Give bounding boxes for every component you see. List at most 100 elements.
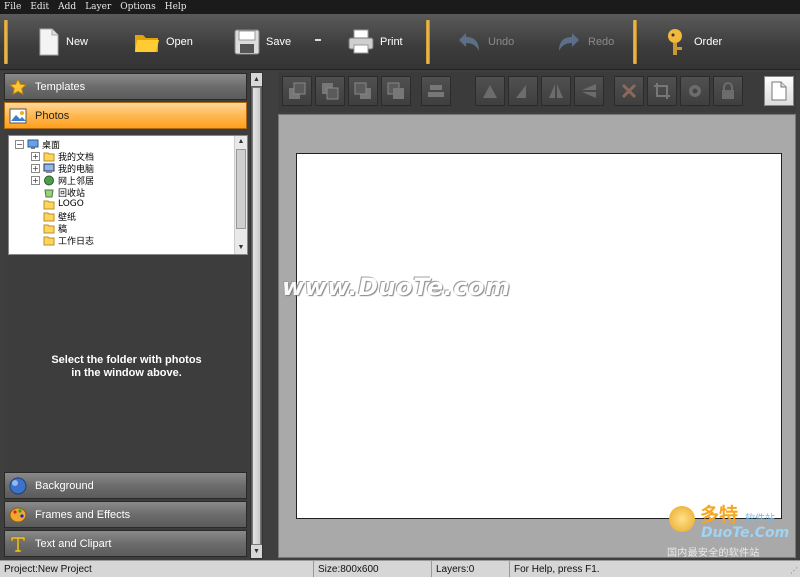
open-label: Open (166, 36, 193, 48)
tree-item[interactable]: + 网上邻居 (31, 174, 94, 187)
edit-toolbar (278, 72, 796, 112)
menu-bar: File Edit Add Layer Options Help (0, 0, 800, 14)
menu-layer[interactable]: Layer (85, 2, 111, 12)
background-section[interactable]: Background (4, 472, 247, 499)
resize-grip-icon[interactable]: ⋰ (790, 566, 798, 575)
rotate-left-icon (483, 85, 497, 98)
photos-label: Photos (35, 109, 70, 122)
frames-effects-section[interactable]: Frames and Effects (4, 501, 247, 528)
send-to-back-icon (387, 82, 404, 99)
save-label: Save (266, 36, 292, 48)
left-panel-scroll-thumb[interactable] (252, 87, 261, 545)
project-canvas[interactable] (296, 153, 782, 519)
order-label: Order (694, 36, 723, 48)
left-panel: Templates Photos − 桌面 + 我的文档 + 我的电脑 + 网上… (4, 72, 249, 559)
star-icon (9, 77, 27, 95)
toolbar-separator (4, 20, 8, 64)
templates-section[interactable]: Templates (4, 73, 247, 100)
align-button[interactable] (421, 76, 451, 106)
tree-item[interactable]: 回收站 (43, 186, 85, 199)
expand-icon[interactable]: + (31, 151, 40, 161)
photo-folder-hint: Select the folder with photos in the win… (4, 354, 249, 380)
tree-item[interactable]: + 我的文档 (31, 150, 94, 163)
expand-icon[interactable]: + (31, 163, 40, 173)
toolbar-separator (426, 20, 430, 64)
scroll-up-icon[interactable]: ▲ (251, 73, 262, 86)
redo-button[interactable]: Redo (556, 22, 614, 62)
bring-forward-button[interactable] (315, 76, 345, 106)
bring-forward-icon (322, 83, 339, 100)
menu-file[interactable]: File (4, 2, 21, 12)
tree-scrollbar[interactable]: ▲ ▼ (234, 136, 247, 254)
undo-button[interactable]: Undo (456, 22, 514, 62)
tree-item[interactable]: 壁纸 (43, 210, 76, 223)
save-button[interactable]: Save (234, 22, 291, 62)
settings-button[interactable] (680, 76, 710, 106)
background-icon (9, 477, 27, 494)
left-panel-scrollbar[interactable]: ▲ ▼ (250, 72, 263, 559)
gear-icon (689, 85, 701, 97)
text-clipart-section[interactable]: Text and Clipart (4, 530, 247, 557)
flip-horizontal-icon (549, 84, 563, 98)
scroll-down-icon[interactable]: ▼ (251, 545, 262, 558)
toolbar-separator (633, 20, 637, 64)
folder-tree[interactable]: − 桌面 + 我的文档 + 我的电脑 + 网上邻居 回收站 LOGO 壁纸 稿 … (8, 135, 248, 255)
watermark-text: www.DuoTe.com (282, 273, 511, 301)
bring-to-front-icon (289, 82, 306, 99)
frames-effects-label: Frames and Effects (35, 508, 131, 521)
palette-icon (9, 507, 27, 522)
bring-to-front-button[interactable] (282, 76, 312, 106)
lock-button[interactable] (713, 76, 743, 106)
send-backward-button[interactable] (348, 76, 378, 106)
crop-button[interactable] (647, 76, 677, 106)
print-button[interactable]: Print (348, 22, 403, 62)
tree-scroll-thumb[interactable] (236, 149, 246, 229)
send-to-back-button[interactable] (381, 76, 411, 106)
computer-icon (43, 163, 55, 173)
menu-add[interactable]: Add (58, 2, 76, 12)
logo-brand-suffix: 软件站 (745, 514, 775, 525)
rotate-left-button[interactable] (475, 76, 505, 106)
menu-options[interactable]: Options (120, 2, 155, 12)
menu-help[interactable]: Help (165, 2, 187, 12)
documents-folder-icon (43, 152, 55, 161)
collapse-icon[interactable]: − (15, 139, 24, 149)
undo-arrow-icon (459, 33, 479, 51)
new-document-icon (39, 28, 59, 56)
rotate-right-button[interactable] (508, 76, 538, 106)
network-icon (44, 175, 54, 185)
undo-label: Undo (488, 36, 515, 48)
open-button[interactable]: Open (134, 22, 193, 62)
hint-line-1: Select the folder with photos (51, 354, 202, 366)
flip-horizontal-button[interactable] (541, 76, 571, 106)
tree-item[interactable]: 稿 (43, 222, 67, 235)
lock-icon (722, 82, 734, 99)
site-logo: 多特 软件站 DuoTe.Com 国内最安全的软件站 (665, 500, 798, 560)
print-label: Print (380, 36, 403, 48)
delete-button[interactable] (614, 76, 644, 106)
menu-edit[interactable]: Edit (30, 2, 49, 12)
new-button[interactable]: New (38, 22, 88, 62)
tree-item[interactable]: + 我的电脑 (31, 162, 94, 175)
scroll-up-icon[interactable]: ▲ (235, 136, 247, 148)
status-bar: Project:New Project Size:800x600 Layers:… (0, 560, 800, 577)
logo-brand: 多特 (700, 504, 739, 526)
hint-line-2: in the window above. (71, 367, 182, 379)
templates-label: Templates (35, 80, 86, 93)
photos-section[interactable]: Photos (4, 102, 247, 129)
delete-x-icon (621, 83, 637, 99)
save-disk-icon (234, 29, 260, 55)
expand-icon[interactable]: + (31, 175, 40, 185)
flip-vertical-button[interactable] (574, 76, 604, 106)
page-properties-button[interactable] (764, 76, 794, 106)
tree-item[interactable]: 工作日志 (43, 234, 95, 247)
background-label: Background (35, 479, 94, 492)
text-icon (10, 536, 26, 552)
tree-item[interactable]: LOGO (43, 198, 84, 210)
tree-root[interactable]: − 桌面 (15, 138, 60, 151)
align-icon (428, 85, 444, 97)
order-button[interactable]: Order (664, 22, 722, 62)
tree-item-label: 工作日志 (58, 236, 95, 247)
status-project: Project:New Project (0, 561, 314, 577)
scroll-down-icon[interactable]: ▼ (235, 242, 247, 254)
